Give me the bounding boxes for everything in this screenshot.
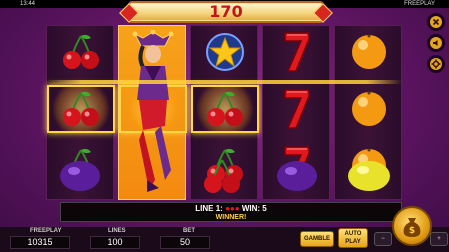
close-icon xyxy=(430,16,442,28)
lemon-symbol xyxy=(344,158,394,199)
coin-bag-icon: $ xyxy=(403,218,421,237)
win-amount: 170 xyxy=(209,2,243,21)
spin-button[interactable]: $ xyxy=(392,206,432,246)
cherries-symbol xyxy=(47,28,115,76)
sound-icon xyxy=(430,37,442,49)
status-mode: FREEPLAY xyxy=(404,1,435,7)
autoplay-button[interactable]: AUTO PLAY xyxy=(338,228,368,248)
bet-decrease-button[interactable]: − xyxy=(374,232,392,246)
settings-button[interactable] xyxy=(427,55,445,73)
bet-value: 50 xyxy=(160,236,210,249)
winner-message: WINNER! xyxy=(215,214,247,221)
orange-symbol xyxy=(335,28,403,76)
status-time: 13:44 xyxy=(20,1,36,7)
line-win-info: LINE 1: ●●● WIN: 5 WINNER! xyxy=(60,202,402,222)
orange-symbol xyxy=(335,85,403,133)
seven-symbol xyxy=(263,28,331,76)
star-symbol xyxy=(191,28,259,76)
jester-icon xyxy=(125,29,181,203)
autoplay-label: AUTO xyxy=(344,231,362,237)
win-label: WIN: 5 xyxy=(241,204,267,213)
gamble-button[interactable]: GAMBLE xyxy=(300,231,334,247)
seven-symbol xyxy=(263,85,331,133)
lines-label: LINES xyxy=(108,228,126,234)
cherries-mini-icon: ●●● xyxy=(225,204,240,213)
cherries-symbol-win xyxy=(47,85,115,133)
line-label: LINE 1: xyxy=(195,204,223,213)
winning-payline xyxy=(46,80,402,84)
svg-text:$: $ xyxy=(409,226,415,236)
bet-label: BET xyxy=(183,228,195,234)
plum-symbol xyxy=(272,158,322,199)
sound-button[interactable] xyxy=(427,34,445,52)
autoplay-label-2: PLAY xyxy=(345,239,361,245)
reel-2-wild xyxy=(118,25,187,203)
bet-increase-button[interactable]: + xyxy=(430,232,448,246)
cherries-symbol xyxy=(198,158,246,199)
win-display: 170 xyxy=(128,1,324,23)
plum-symbol xyxy=(55,158,105,199)
freeplay-label: FREEPLAY xyxy=(30,228,62,234)
lines-value: 100 xyxy=(90,236,140,249)
freeplay-balance: 10315 xyxy=(10,236,70,249)
close-button[interactable] xyxy=(427,13,445,31)
cherries-symbol-win xyxy=(191,85,259,133)
settings-icon xyxy=(430,58,442,70)
